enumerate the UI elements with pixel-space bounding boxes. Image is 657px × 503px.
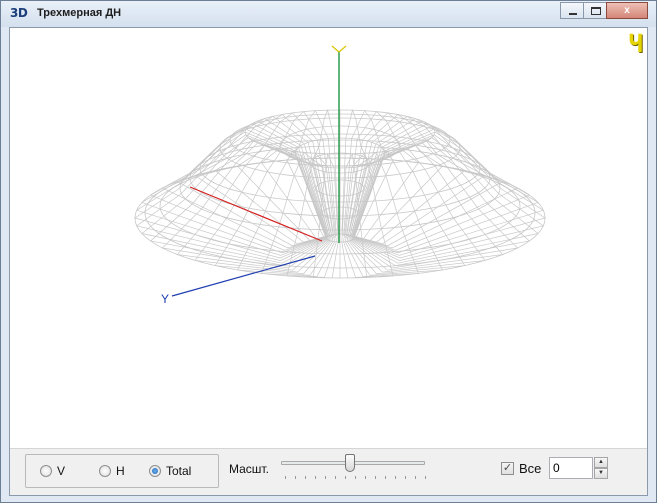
window-title: Трехмерная ДН [37,7,122,19]
slider-tick [305,476,306,479]
scale-slider-ticks [285,476,426,480]
close-icon: x [624,5,630,16]
radio-h[interactable]: H [99,464,125,478]
slider-tick [425,476,426,479]
spin-up-button[interactable]: ▲ [594,457,608,468]
close-button[interactable]: x [606,2,648,19]
client-area: Y Ч V H Total Масшт. ✓ Все 0 ▲ ▼ [9,27,648,496]
all-checkbox-box[interactable]: ✓ [501,462,514,475]
z-axis-label-mark [331,45,340,53]
slider-tick [375,476,376,479]
spin-down-button[interactable]: ▼ [594,468,608,479]
radiation-pattern-3d: Y [134,45,546,306]
radio-h-label: H [116,464,125,478]
radio-v[interactable]: V [40,464,65,478]
slider-tick [385,476,386,479]
y-axis-label: Y [161,292,169,306]
radio-total-indicator [149,465,161,477]
radio-v-label: V [57,464,66,478]
minimize-icon [569,13,577,15]
corner-indicator: Ч [628,30,643,58]
slider-tick [395,476,396,479]
pattern-mode-group: V H Total [25,454,219,488]
bottom-controls: V H Total Масшт. ✓ Все ▲ [10,448,647,495]
slider-tick [315,476,316,479]
scale-slider-thumb[interactable] [345,454,356,472]
all-checkbox-label: Все [519,461,542,476]
radio-total[interactable]: Total [149,464,191,478]
value-input[interactable] [549,457,593,479]
title-bar[interactable]: 3D Трехмерная ДН x [1,1,656,27]
slider-tick [295,476,296,479]
radio-total-label: Total [166,464,192,478]
value-spinner: ▲ ▼ [594,457,608,479]
slider-tick [355,476,356,479]
app-window: 3D Трехмерная ДН x Y Ч V H Total Масшт. … [0,0,657,503]
slider-tick [365,476,366,479]
z-axis-label-mark [338,45,347,53]
radio-v-indicator [40,465,52,477]
slider-tick [415,476,416,479]
slider-tick [285,476,286,479]
window-controls: x [560,2,648,19]
slider-tick [325,476,326,479]
slider-tick [405,476,406,479]
slider-tick [335,476,336,479]
radio-h-indicator [99,465,111,477]
scale-label: Масшт. [229,462,269,476]
maximize-icon [591,7,601,15]
app-3d-icon: 3D [10,6,28,20]
all-checkbox[interactable]: ✓ Все [501,461,541,476]
minimize-button[interactable] [560,2,584,19]
slider-tick [345,476,346,479]
3d-pattern-viewport[interactable]: Y Ч [10,28,647,446]
maximize-button[interactable] [583,2,607,19]
